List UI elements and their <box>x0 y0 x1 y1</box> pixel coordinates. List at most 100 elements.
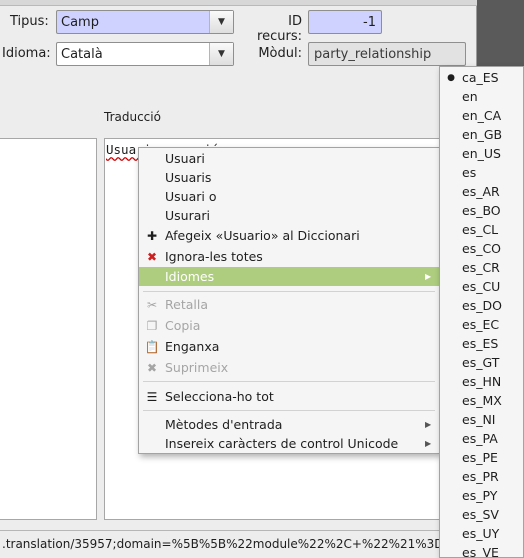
language-label: es_SV <box>462 507 499 522</box>
language-label: es_UY <box>462 526 500 541</box>
input-methods-label: Mètodes d'entrada <box>165 417 283 432</box>
language-item-en-ca[interactable]: en_CA <box>440 106 524 125</box>
language-label: en <box>462 89 478 104</box>
cut-item[interactable]: ✂ Retalla <box>139 295 439 314</box>
language-label: es_PE <box>462 450 498 465</box>
suggestion-label: Usuari o <box>165 189 217 204</box>
language-item-es-sv[interactable]: es_SV <box>440 505 524 524</box>
language-item-es-uy[interactable]: es_UY <box>440 524 524 543</box>
language-item-es[interactable]: es <box>440 163 524 182</box>
language-item-es-ec[interactable]: es_EC <box>440 315 524 334</box>
cut-label: Retalla <box>165 297 208 312</box>
language-item-es-co[interactable]: es_CO <box>440 239 524 258</box>
language-label: ca_ES <box>462 70 499 85</box>
language-item-es-do[interactable]: es_DO <box>440 296 524 315</box>
source-panel[interactable] <box>0 138 97 520</box>
languages-item[interactable]: Idiomes ▶ <box>139 267 439 286</box>
language-label: es_CU <box>462 279 501 294</box>
suggestion-label: Usuaris <box>165 170 212 185</box>
language-item-es-pa[interactable]: es_PA <box>440 429 524 448</box>
add-to-dictionary-item[interactable]: ✚ Afegeix «Usuario» al Diccionari <box>139 226 439 245</box>
submenu-arrow-icon: ▶ <box>425 420 432 429</box>
red-x-icon: ✖ <box>146 249 158 264</box>
clipboard-icon: 📋 <box>144 339 160 354</box>
suggestion-item[interactable]: Usuaris <box>139 168 439 187</box>
language-item-ca-es[interactable]: ● ca_ES <box>440 68 524 87</box>
copy-item[interactable]: ❐ Copia <box>139 316 439 335</box>
select-all-item[interactable]: ☰ Selecciona-ho tot <box>139 387 439 406</box>
language-item-es-pe[interactable]: es_PE <box>440 448 524 467</box>
language-item-es-hn[interactable]: es_HN <box>440 372 524 391</box>
language-item-es-pr[interactable]: es_PR <box>440 467 524 486</box>
plus-icon: ✚ <box>146 228 158 243</box>
language-label: es_GT <box>462 355 500 370</box>
tipus-label: Tipus: <box>10 14 49 29</box>
top-bar <box>0 0 477 6</box>
language-item-es-cu[interactable]: es_CU <box>440 277 524 296</box>
language-item-es-bo[interactable]: es_BO <box>440 201 524 220</box>
language-label: es_ES <box>462 336 499 351</box>
suggestion-item[interactable]: Usuari o <box>139 187 439 206</box>
copy-label: Copia <box>165 318 201 333</box>
language-item-es-ni[interactable]: es_NI <box>440 410 524 429</box>
suggestion-item[interactable]: Usuari <box>139 149 439 168</box>
language-item-en-gb[interactable]: en_GB <box>440 125 524 144</box>
languages-submenu: ● ca_ESen en_CA en_GB en_USes es_AR es_BO es_CL… <box>439 66 524 558</box>
select-all-icon: ☰ <box>146 389 158 404</box>
id-recurs-field[interactable]: -1 <box>308 10 382 34</box>
language-label: es_BO <box>462 203 501 218</box>
traduccio-header: Traducció <box>104 110 161 124</box>
radio-bullet-icon: ● <box>447 72 455 83</box>
delete-label: Suprimeix <box>165 360 229 375</box>
delete-x-icon: ✖ <box>146 360 158 375</box>
language-item-en[interactable]: en <box>440 87 524 106</box>
language-item-en-us[interactable]: en_US <box>440 144 524 163</box>
language-label: es_MX <box>462 393 502 408</box>
suggestion-label: Usurari <box>165 208 210 223</box>
language-label: es_NI <box>462 412 496 427</box>
ignore-all-label: Ignora-les totes <box>165 249 263 264</box>
paste-item[interactable]: 📋 Enganxa <box>139 337 439 356</box>
language-label: en_GB <box>462 127 503 142</box>
language-item-es-cl[interactable]: es_CL <box>440 220 524 239</box>
idioma-combo[interactable]: Català ▼ <box>56 42 234 66</box>
language-item-es-mx[interactable]: es_MX <box>440 391 524 410</box>
language-label: es_CL <box>462 222 499 237</box>
tipus-value: Camp <box>57 14 209 30</box>
input-methods-item[interactable]: Mètodes d'entrada ▶ <box>139 415 439 434</box>
chevron-down-icon[interactable]: ▼ <box>209 11 233 33</box>
select-all-label: Selecciona-ho tot <box>165 389 274 404</box>
id-recurs-label: ID recurs: <box>257 14 302 44</box>
ignore-all-item[interactable]: ✖ Ignora-les totes <box>139 247 439 266</box>
submenu-arrow-icon: ▶ <box>425 439 432 448</box>
language-item-es-es[interactable]: es_ES <box>440 334 524 353</box>
suggestion-item[interactable]: Usurari <box>139 206 439 225</box>
language-item-es-ar[interactable]: es_AR <box>440 182 524 201</box>
language-label: es_VE <box>462 545 499 558</box>
language-item-es-ve[interactable]: es_VE <box>440 543 524 558</box>
language-item-es-gt[interactable]: es_GT <box>440 353 524 372</box>
separator <box>143 381 435 382</box>
status-url: .translation/35957;domain=%5B%5B%22modul… <box>2 537 444 551</box>
modul-label: Mòdul: <box>258 46 302 61</box>
delete-item[interactable]: ✖ Suprimeix <box>139 358 439 377</box>
separator <box>143 291 435 292</box>
language-label: es_DO <box>462 298 502 313</box>
modul-field: party_relationship <box>308 42 466 66</box>
tipus-combo[interactable]: Camp ▼ <box>56 10 234 34</box>
language-label: en_CA <box>462 108 502 123</box>
suggestion-label: Usuari <box>165 151 205 166</box>
language-label: es <box>462 165 477 180</box>
language-label: es_PR <box>462 469 499 484</box>
language-label: es_CO <box>462 241 502 256</box>
paste-label: Enganxa <box>165 339 220 354</box>
insert-unicode-item[interactable]: Insereix caràcters de control Unicode ▶ <box>139 434 439 453</box>
language-label: es_AR <box>462 184 500 199</box>
idioma-label: Idioma: <box>2 46 51 61</box>
language-item-es-cr[interactable]: es_CR <box>440 258 524 277</box>
submenu-arrow-icon: ▶ <box>425 272 432 281</box>
chevron-down-icon[interactable]: ▼ <box>209 43 233 65</box>
language-item-es-py[interactable]: es_PY <box>440 486 524 505</box>
scissors-icon: ✂ <box>146 297 158 312</box>
language-label: es_PY <box>462 488 498 503</box>
